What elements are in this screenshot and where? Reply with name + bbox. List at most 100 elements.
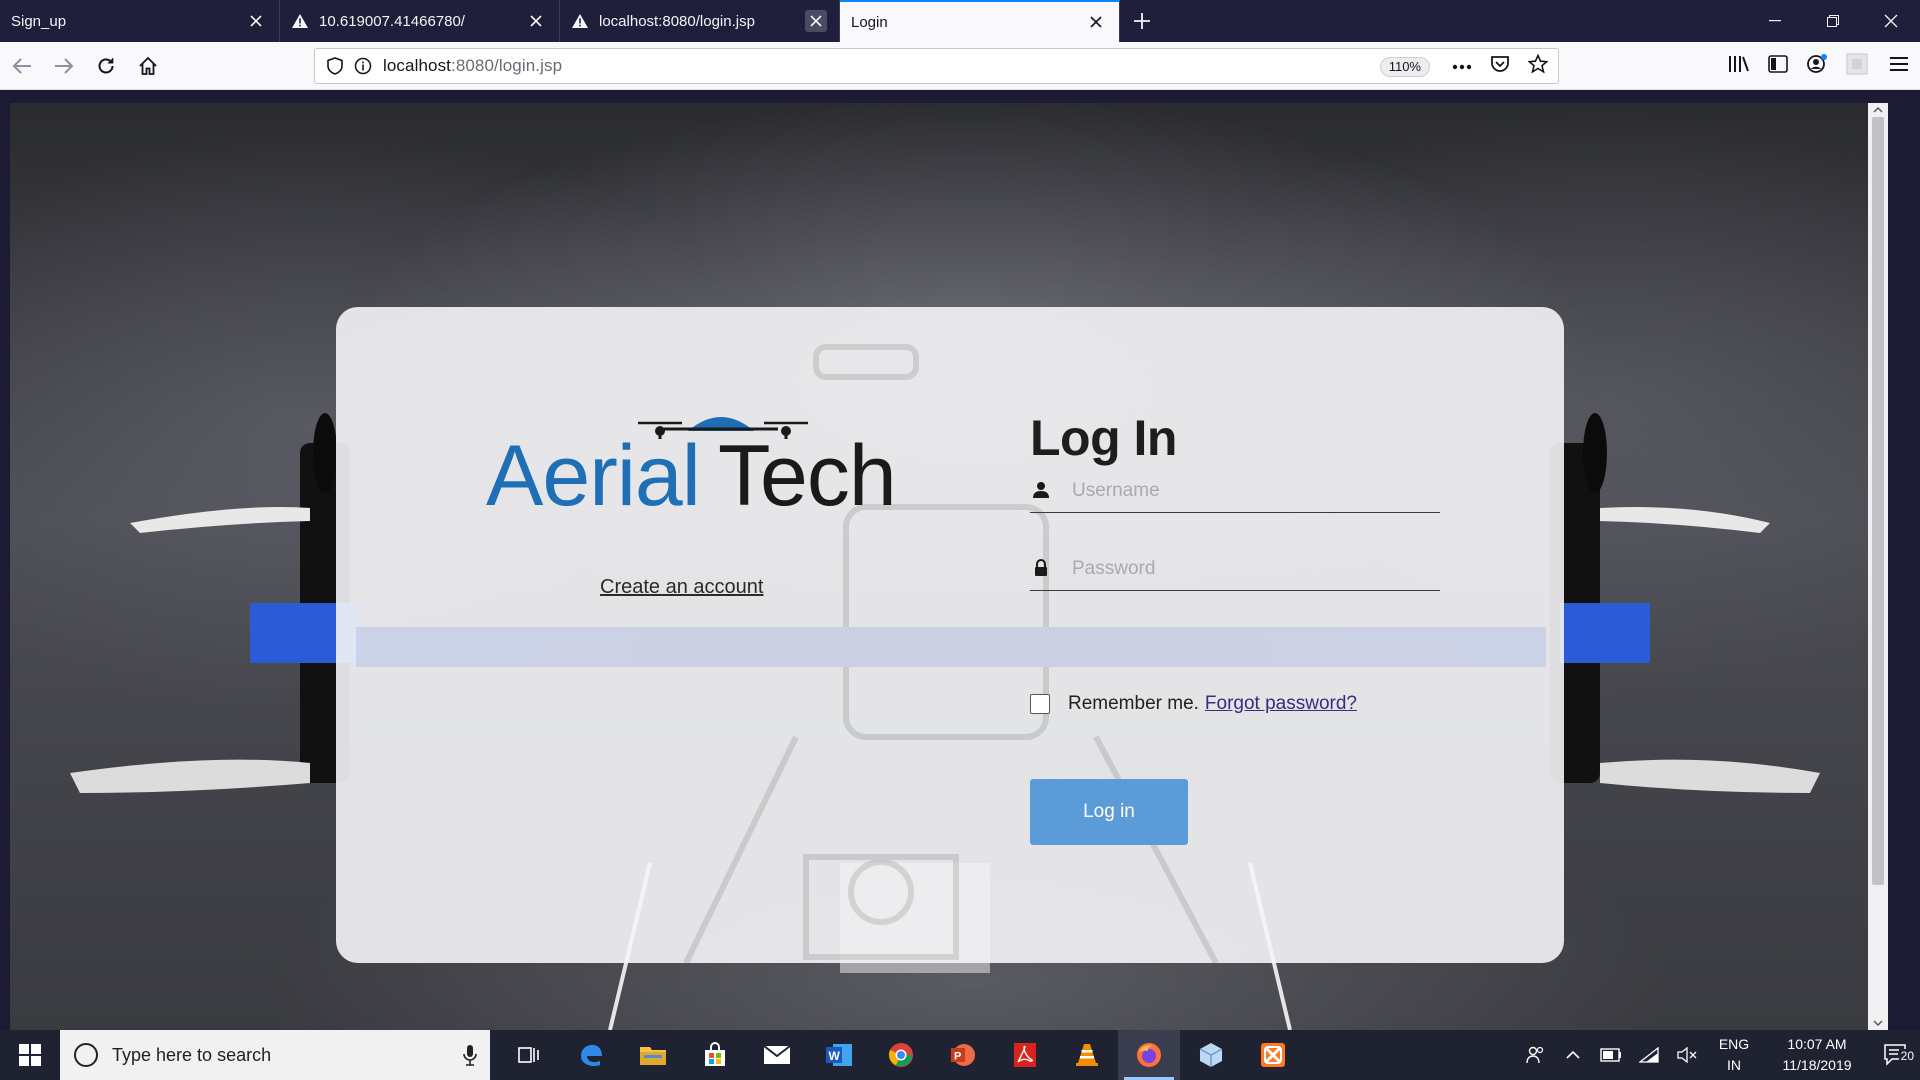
- input-language[interactable]: ENG IN: [1706, 1034, 1762, 1076]
- minimize-button[interactable]: [1746, 0, 1804, 42]
- chrome-app[interactable]: [870, 1030, 932, 1080]
- notification-count: 20: [1898, 1049, 1916, 1063]
- username-field[interactable]: [1030, 469, 1440, 513]
- restore-button[interactable]: [1804, 0, 1862, 42]
- mail-app[interactable]: [746, 1030, 808, 1080]
- reload-icon: [98, 57, 114, 73]
- tab-title: 10.619007.41466780/: [319, 12, 465, 30]
- tracking-shield-icon[interactable]: [321, 57, 349, 75]
- new-tab-button[interactable]: [1120, 0, 1164, 42]
- account-icon[interactable]: [1806, 53, 1828, 80]
- drone-watermark-image: [356, 344, 1546, 963]
- acrobat-app[interactable]: [994, 1030, 1056, 1080]
- virtualbox-cube-icon: [1199, 1043, 1223, 1067]
- remember-row: Remember me. Forgot password?: [1030, 691, 1357, 717]
- close-window-button[interactable]: [1862, 0, 1920, 42]
- taskbar-apps: W P: [498, 1030, 1304, 1080]
- scroll-up-icon[interactable]: [1868, 103, 1888, 117]
- window-controls: [1746, 0, 1920, 42]
- bookmark-star-icon[interactable]: [1527, 53, 1549, 79]
- mail-envelope-icon: [763, 1045, 791, 1064]
- remember-me-checkbox[interactable]: [1030, 694, 1050, 714]
- create-account-link[interactable]: Create an account: [600, 576, 763, 599]
- page-actions: [1452, 49, 1549, 83]
- start-button[interactable]: [0, 1030, 60, 1080]
- site-info-icon[interactable]: [349, 57, 377, 75]
- people-icon[interactable]: [1516, 1045, 1554, 1065]
- close-tab-icon[interactable]: [805, 10, 827, 32]
- system-tray: ENG IN 10:07 AM 11/18/2019 20: [1516, 1030, 1920, 1080]
- extension-icon[interactable]: [1846, 53, 1868, 80]
- chrome-icon: [888, 1043, 913, 1067]
- wifi-icon[interactable]: [1630, 1047, 1668, 1063]
- url-host: localhost: [383, 56, 451, 75]
- library-icon[interactable]: [1728, 55, 1750, 78]
- svg-text:Tech: Tech: [718, 428, 896, 507]
- login-card: Aerial Tech Create an account Log In Rem…: [336, 307, 1564, 963]
- tab-ip-address[interactable]: 10.619007.41466780/: [280, 0, 560, 42]
- powerpoint-app[interactable]: P: [932, 1030, 994, 1080]
- zoom-level-badge[interactable]: 110%: [1379, 57, 1430, 77]
- windows-taskbar: Type here to search W P ENG IN 10:07 AM …: [0, 1030, 1920, 1080]
- url-path: :8080/login.jsp: [451, 56, 563, 75]
- vlc-app[interactable]: [1056, 1030, 1118, 1080]
- battery-icon[interactable]: [1592, 1048, 1630, 1062]
- close-tab-icon[interactable]: [245, 10, 267, 32]
- page-actions-menu-icon[interactable]: [1452, 57, 1472, 75]
- menu-hamburger-icon[interactable]: [1890, 56, 1908, 77]
- sidebar-icon[interactable]: [1768, 54, 1788, 78]
- plus-icon: [1134, 13, 1150, 29]
- password-input[interactable]: [1070, 551, 1430, 587]
- tab-sign-up[interactable]: Sign_up: [0, 0, 280, 42]
- back-button[interactable]: [2, 48, 42, 84]
- username-input[interactable]: [1070, 473, 1430, 509]
- file-explorer-app[interactable]: [622, 1030, 684, 1080]
- password-field[interactable]: [1030, 547, 1440, 591]
- forward-button[interactable]: [44, 48, 84, 84]
- pocket-icon[interactable]: [1490, 55, 1510, 78]
- microphone-icon[interactable]: [450, 1044, 490, 1066]
- volume-muted-icon[interactable]: [1668, 1047, 1706, 1063]
- login-button[interactable]: Log in: [1030, 779, 1188, 845]
- cortana-icon: [74, 1043, 98, 1067]
- home-button[interactable]: [128, 48, 168, 84]
- store-app[interactable]: [684, 1030, 746, 1080]
- close-tab-icon[interactable]: [525, 10, 547, 32]
- tab-login[interactable]: Login: [840, 0, 1120, 42]
- firefox-app[interactable]: [1118, 1030, 1180, 1080]
- forgot-password-link[interactable]: Forgot password?: [1205, 693, 1357, 715]
- clock[interactable]: 10:07 AM 11/18/2019: [1762, 1034, 1872, 1076]
- word-app[interactable]: W: [808, 1030, 870, 1080]
- action-center-button[interactable]: 20: [1872, 1043, 1920, 1067]
- tab-title: Sign_up: [11, 12, 67, 30]
- page-title: Log In: [1030, 410, 1177, 466]
- home-icon: [139, 56, 157, 75]
- show-hidden-icons-chevron-icon[interactable]: [1554, 1050, 1592, 1060]
- warning-icon: [291, 13, 313, 29]
- search-placeholder: Type here to search: [112, 1044, 272, 1065]
- task-view-button[interactable]: [498, 1030, 560, 1080]
- warning-icon: [571, 13, 593, 29]
- reload-button[interactable]: [86, 48, 126, 84]
- taskbar-search-box[interactable]: Type here to search: [60, 1030, 490, 1080]
- xampp-app[interactable]: [1242, 1030, 1304, 1080]
- clock-date: 11/18/2019: [1782, 1057, 1852, 1073]
- clock-time: 10:07 AM: [1787, 1036, 1847, 1052]
- url-bar[interactable]: localhost:8080/login.jsp 110%: [314, 48, 1559, 84]
- close-tab-icon[interactable]: [1085, 11, 1107, 33]
- word-icon: W: [826, 1044, 852, 1066]
- scroll-down-icon[interactable]: [1868, 1016, 1888, 1030]
- scrollbar-thumb[interactable]: [1872, 117, 1884, 885]
- edge-icon: [581, 1044, 602, 1066]
- remember-me-label: Remember me.: [1068, 693, 1199, 714]
- svg-text:W: W: [829, 1049, 841, 1063]
- tab-localhost-login[interactable]: localhost:8080/login.jsp: [560, 0, 840, 42]
- task-view-icon: [518, 1047, 539, 1063]
- store-bag-icon: [705, 1042, 725, 1066]
- edge-app[interactable]: [560, 1030, 622, 1080]
- virtualbox-app[interactable]: [1180, 1030, 1242, 1080]
- xampp-icon: [1261, 1043, 1285, 1067]
- windows-logo-icon: [19, 1044, 41, 1066]
- svg-text:P: P: [954, 1051, 961, 1063]
- page-scrollbar[interactable]: [1868, 103, 1888, 1030]
